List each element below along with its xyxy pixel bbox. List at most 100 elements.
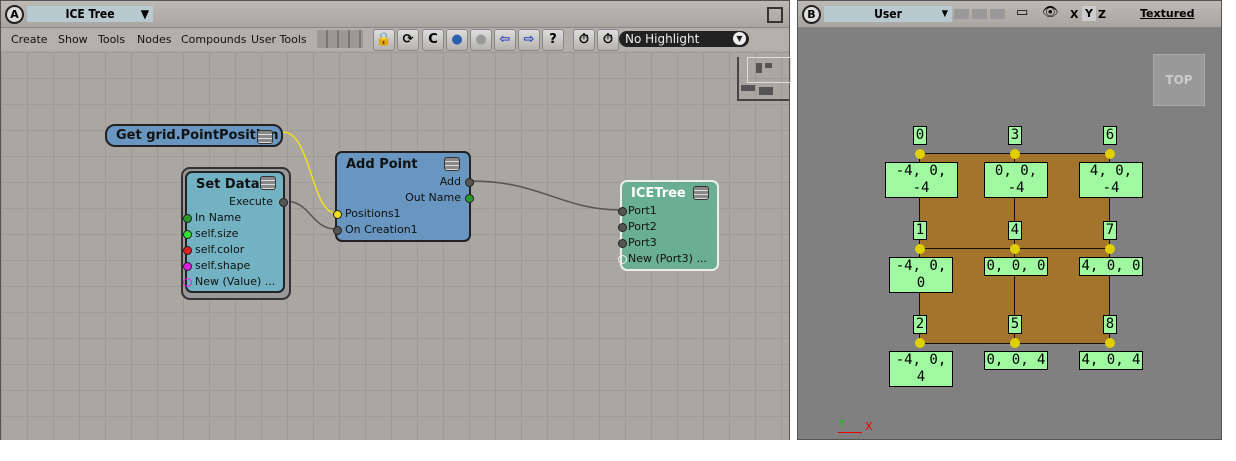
port-dot[interactable] — [618, 239, 627, 248]
menu-create[interactable]: Create — [11, 33, 48, 46]
node-set-data[interactable]: Set Data Execute In Name self.size self.… — [183, 171, 288, 293]
viewport-letter: B — [802, 5, 821, 24]
point-coords-label: 0, 0, 4 — [984, 351, 1048, 370]
menu-user-tools[interactable]: User Tools — [251, 33, 307, 46]
node-menu-icon[interactable] — [444, 157, 460, 171]
point-vertex[interactable] — [915, 338, 925, 348]
port-execute[interactable]: Execute — [229, 195, 273, 208]
point-coords-label: 4, 0, 0 — [1079, 257, 1143, 276]
eye-icon[interactable]: 👁 — [1042, 5, 1059, 20]
port-dot[interactable] — [183, 230, 192, 239]
highlight-select[interactable]: No Highlight ▼ — [619, 31, 749, 47]
point-coords-label: 0, 0, 0 — [984, 257, 1048, 276]
lock-icon[interactable]: 🔒 — [373, 29, 395, 51]
menu-nodes[interactable]: Nodes — [137, 33, 171, 46]
port-dot[interactable] — [183, 262, 192, 271]
port-dot[interactable] — [618, 223, 627, 232]
wire-execute — [284, 200, 337, 230]
port-in-name[interactable]: In Name — [195, 211, 241, 224]
point-coords-label: -4, 0, 4 — [889, 351, 953, 387]
view-selector[interactable]: ICE Tree ▼ — [27, 6, 153, 22]
chevron-down-icon: ▼ — [733, 32, 746, 45]
point-vertex[interactable] — [1010, 149, 1020, 159]
forward-arrow-icon[interactable]: ⇨ — [518, 29, 540, 51]
node-get-point-position[interactable]: Get grid.PointPosition — [105, 124, 283, 147]
port-3[interactable]: Port3 — [628, 236, 657, 249]
point-index-label: 5 — [1008, 315, 1022, 334]
title-bar: A ICE Tree ▼ — [1, 1, 789, 28]
point-index-label: 7 — [1103, 221, 1117, 240]
point-vertex[interactable] — [1010, 244, 1020, 254]
menu-show[interactable]: Show — [58, 33, 88, 46]
port-out-name[interactable]: Out Name — [405, 191, 461, 204]
port-dot[interactable] — [333, 210, 342, 219]
axis-gizmo-x-label: X — [865, 420, 873, 433]
point-coords-label: -4, 0, 0 — [889, 257, 953, 293]
port-self-shape[interactable]: self.shape — [195, 259, 250, 272]
point-vertex[interactable] — [1105, 338, 1115, 348]
port-new-value[interactable]: New (Value) ... — [195, 275, 275, 288]
port-dot[interactable] — [333, 226, 342, 235]
node-ice-tree[interactable]: ICETree Port1 Port2 Port3 New (Port3) ..… — [618, 180, 719, 271]
port-dot[interactable] — [618, 255, 627, 264]
compound-icon[interactable]: C — [422, 29, 444, 51]
camera-icon[interactable]: ▭ — [1016, 5, 1028, 20]
port-dot[interactable] — [279, 198, 288, 207]
point-coords-label: 0, 0, -4 — [984, 162, 1048, 198]
node-title: Add Point — [346, 157, 418, 172]
timer-icon[interactable]: ⏱ — [573, 29, 595, 51]
refresh-icon[interactable]: ⟳ — [397, 29, 419, 51]
view-cube[interactable]: TOP — [1153, 54, 1205, 106]
camera-selector[interactable]: User ▼ — [824, 6, 952, 22]
port-dot[interactable] — [183, 246, 192, 255]
menu-tools[interactable]: Tools — [98, 33, 125, 46]
help-icon[interactable]: ? — [542, 29, 564, 51]
display-mode-menu[interactable]: Textured — [1140, 7, 1194, 20]
node-title: Get grid.PointPosition — [116, 128, 279, 143]
point-vertex[interactable] — [1105, 244, 1115, 254]
memo-cams[interactable] — [954, 9, 1006, 19]
back-arrow-icon[interactable]: ⇦ — [494, 29, 516, 51]
port-1[interactable]: Port1 — [628, 204, 657, 217]
timer-c-icon[interactable]: ⏱ — [597, 29, 619, 51]
node-menu-icon[interactable] — [257, 130, 273, 144]
view-name: ICE Tree — [65, 7, 115, 21]
axis-gizmo-x-line — [838, 432, 862, 433]
point-index-label: 4 — [1008, 221, 1022, 240]
highlight-value: No Highlight — [625, 32, 700, 46]
point-coords-label: -4, 0, -4 — [884, 162, 958, 198]
node-menu-icon[interactable] — [693, 186, 709, 200]
port-dot[interactable] — [465, 178, 474, 187]
maximize-icon[interactable] — [767, 7, 783, 23]
port-dot[interactable] — [183, 278, 192, 287]
point-vertex[interactable] — [1010, 338, 1020, 348]
axis-y-button[interactable]: Y — [1082, 6, 1096, 21]
point-coords-label: 4, 0, 4 — [1079, 351, 1143, 370]
globe-icon[interactable]: ● — [446, 29, 468, 51]
point-vertex[interactable] — [915, 244, 925, 254]
point-vertex[interactable] — [915, 149, 925, 159]
axis-z-button[interactable]: Z — [1098, 8, 1106, 21]
port-new[interactable]: New (Port3) ... — [628, 252, 707, 265]
port-on-creation1[interactable]: On Creation1 — [345, 223, 418, 236]
node-add-point[interactable]: Add Point Add Out Name Positions1 On Cre… — [333, 151, 474, 242]
port-dot[interactable] — [465, 194, 474, 203]
point-vertex[interactable] — [1105, 149, 1115, 159]
port-positions1[interactable]: Positions1 — [345, 207, 401, 220]
apple-icon[interactable]: ● — [470, 29, 492, 51]
point-index-label: 6 — [1103, 126, 1117, 145]
port-dot[interactable] — [183, 214, 192, 223]
point-index-label: 0 — [913, 126, 927, 145]
port-self-size[interactable]: self.size — [195, 227, 238, 240]
port-add[interactable]: Add — [440, 175, 461, 188]
node-menu-icon[interactable] — [260, 176, 276, 190]
port-2[interactable]: Port2 — [628, 220, 657, 233]
port-dot[interactable] — [618, 207, 627, 216]
chevron-down-icon: ▼ — [941, 9, 948, 19]
axis-x-button[interactable]: X — [1070, 8, 1078, 21]
menu-compounds[interactable]: Compounds — [181, 33, 247, 46]
port-self-color[interactable]: self.color — [195, 243, 244, 256]
point-index-label: 2 — [913, 315, 927, 334]
viewport-panel[interactable]: B User ▼ ▭ 👁 X Y Z Textured TOP 0 -4, 0, -… — [797, 0, 1222, 440]
point-index-label: 3 — [1008, 126, 1022, 145]
